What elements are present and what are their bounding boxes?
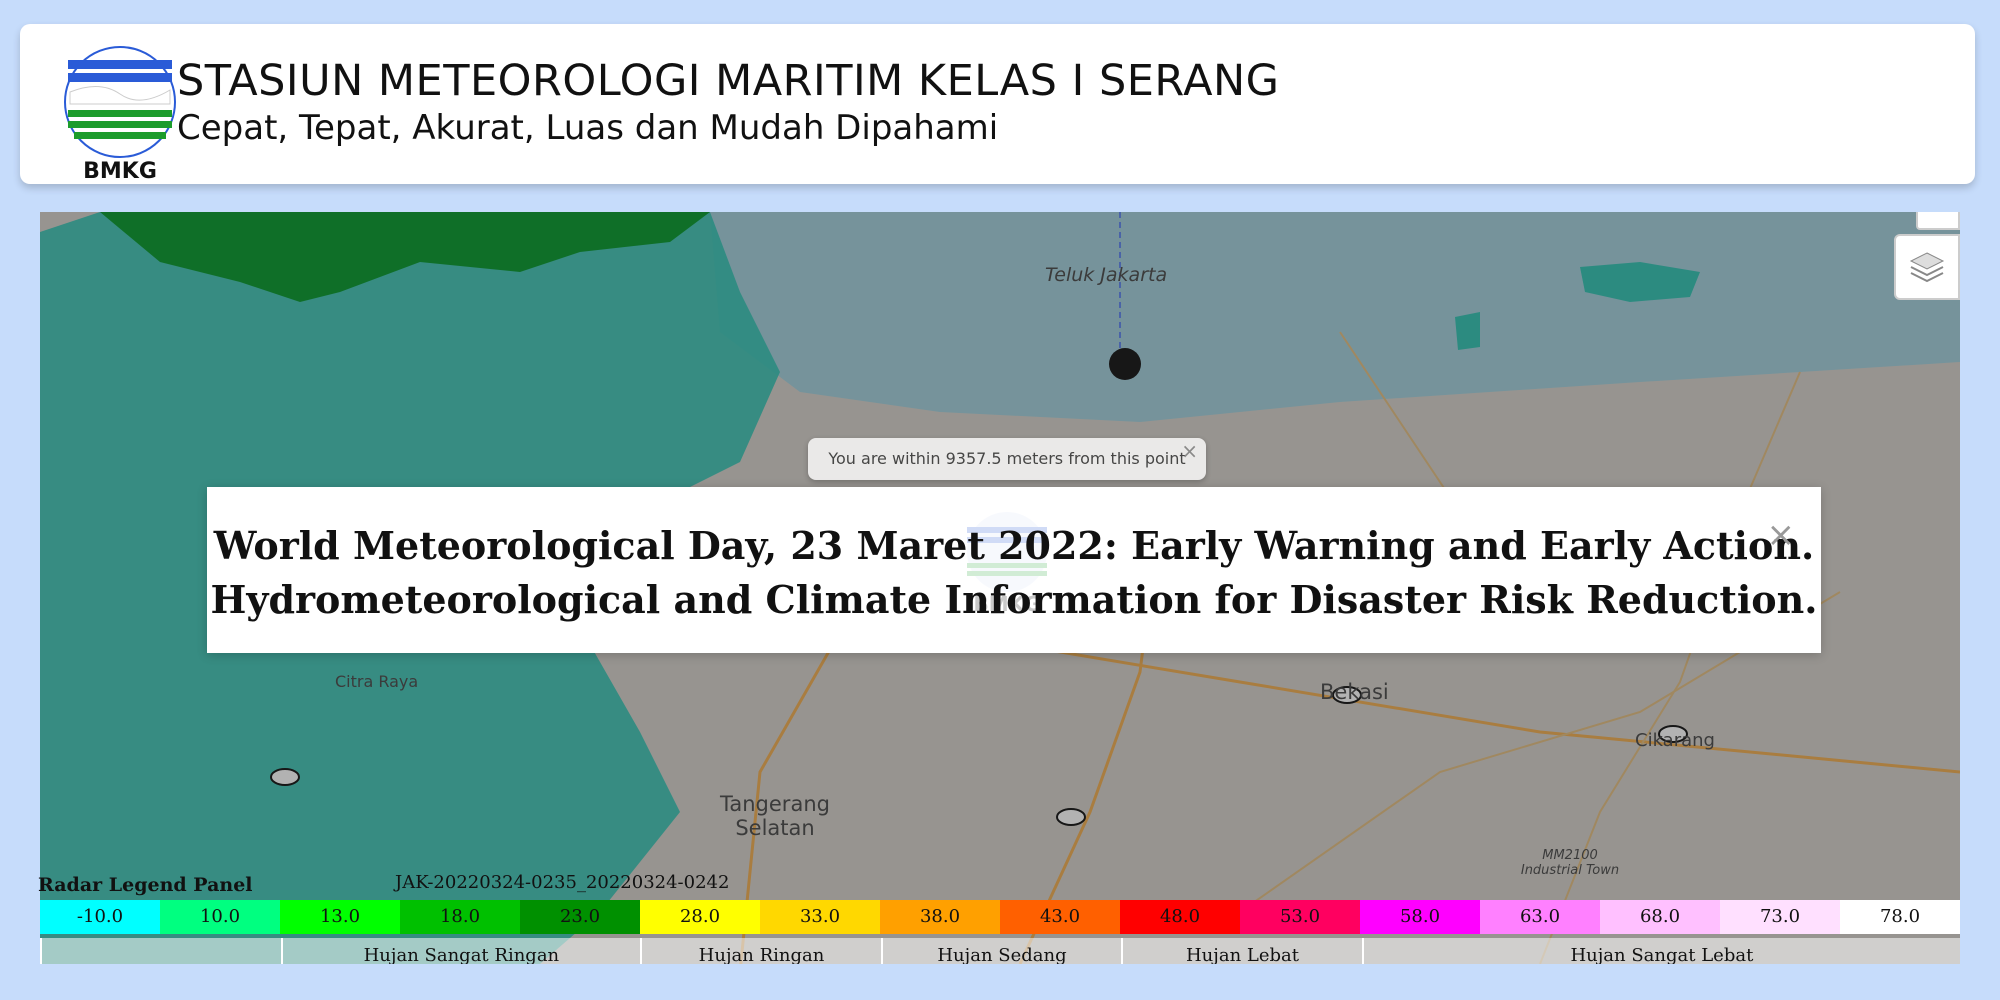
rain-category: Hujan Sangat Lebat	[1361, 938, 1960, 964]
rain-category: Hujan Sedang	[880, 938, 1122, 964]
announcement-modal: BMKG World Meteorological Day, 23 Maret …	[207, 487, 1821, 653]
scale-cell: 38.0	[880, 900, 1000, 934]
citra-raya-label: Citra Raya	[335, 672, 419, 691]
legend-title: Radar Legend Panel	[38, 874, 253, 896]
scale-cell: 78.0	[1840, 900, 1960, 934]
bmkg-logo[interactable]: BMKG	[60, 42, 180, 184]
cikarang-label: Cikarang	[1635, 730, 1715, 751]
tangerang-label: Tangerang Selatan	[720, 792, 830, 840]
tooltip-close-icon[interactable]: ×	[1181, 430, 1198, 472]
industrial-label: MM2100 Industrial Town	[1520, 848, 1620, 878]
tooltip-text: You are within 9357.5 meters from this p…	[828, 449, 1186, 468]
rain-category-bar: Hujan Sangat Ringan Hujan Ringan Hujan Sed…	[40, 938, 1960, 964]
scale-cell: 18.0	[400, 900, 520, 934]
location-tooltip: You are within 9357.5 meters from this p…	[808, 438, 1206, 480]
scale-cell: 48.0	[1120, 900, 1240, 934]
scale-cell: 33.0	[760, 900, 880, 934]
rain-category: Hujan Lebat	[1121, 938, 1362, 964]
announcement-line-1: World Meteorological Day, 23 Maret 2022:…	[213, 523, 1815, 568]
scale-cell: 28.0	[640, 900, 760, 934]
scale-cell: 73.0	[1720, 900, 1840, 934]
announcement-line-2: Hydrometeorological and Climate Informat…	[210, 577, 1818, 622]
scale-cell: 13.0	[280, 900, 400, 934]
radar-color-scale: -10.0 10.0 13.0 18.0 23.0 28.0 33.0 38.0 43.0 48.…	[40, 900, 1960, 934]
layers-button[interactable]	[1894, 234, 1960, 300]
site-header: BMKG STASIUN METEOROLOGI MARITIM KELAS I…	[20, 24, 1975, 184]
site-subtitle: Cepat, Tepat, Akurat, Luas dan Mudah Dip…	[177, 108, 999, 148]
rain-category: Hujan Ringan	[640, 938, 881, 964]
scale-cell: 23.0	[520, 900, 640, 934]
scale-cell: 58.0	[1360, 900, 1480, 934]
scale-cell: -10.0	[40, 900, 160, 934]
scale-cell: 68.0	[1600, 900, 1720, 934]
bay-label: Teluk Jakarta	[1045, 264, 1168, 286]
rain-category: Hujan Sangat Ringan	[280, 938, 641, 964]
scale-cell: 63.0	[1480, 900, 1600, 934]
bekasi-label: Bekasi	[1320, 680, 1389, 704]
radar-timestamp: JAK-20220324-0235_20220324-0242	[395, 872, 730, 893]
layers-icon	[1909, 252, 1945, 283]
scale-cell: 43.0	[1000, 900, 1120, 934]
modal-close-button[interactable]: ×	[1767, 515, 1796, 555]
rain-category	[40, 938, 281, 964]
scale-cell: 53.0	[1240, 900, 1360, 934]
zoom-control[interactable]	[1916, 212, 1960, 230]
logo-text: BMKG	[83, 159, 157, 182]
site-title: STASIUN METEOROLOGI MARITIM KELAS I SERA…	[177, 56, 1280, 106]
scale-cell: 10.0	[160, 900, 280, 934]
announcement-text: World Meteorological Day, 23 Maret 2022:…	[207, 519, 1821, 627]
